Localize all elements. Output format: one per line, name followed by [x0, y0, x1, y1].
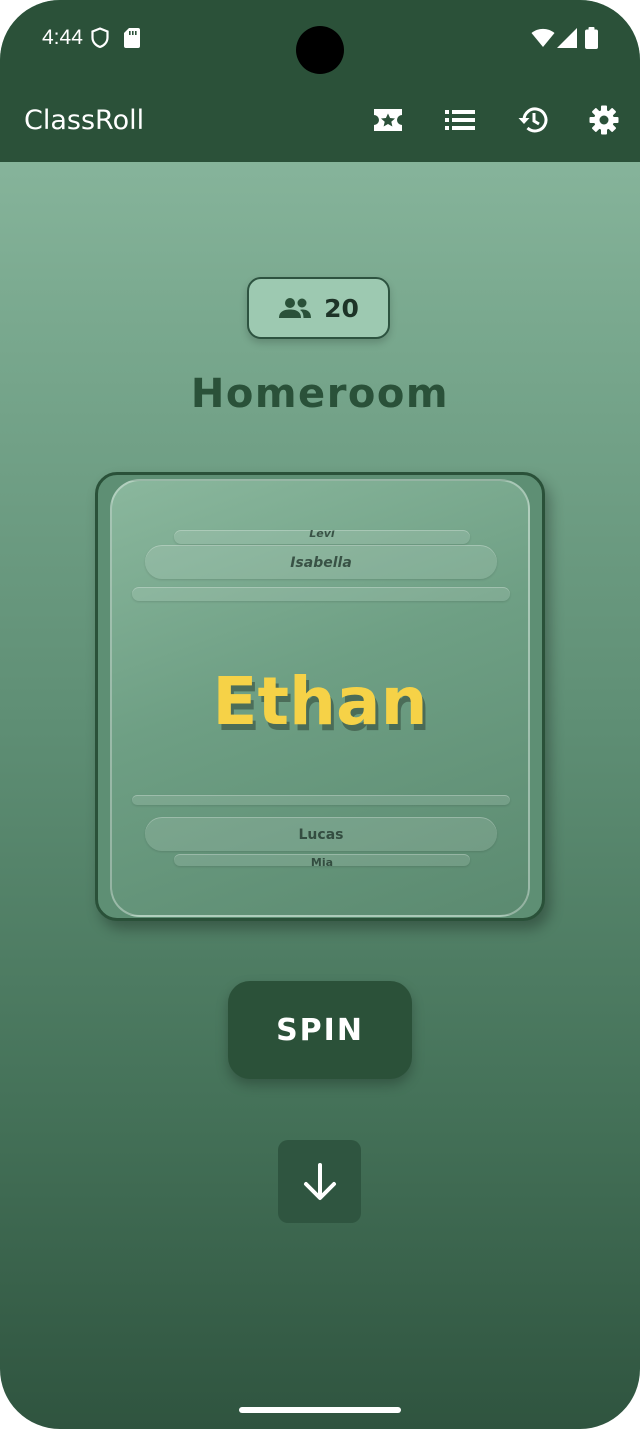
- wheel-item-edge: [132, 587, 510, 601]
- list-button[interactable]: [438, 98, 482, 142]
- wheel-item: Isabella: [145, 545, 497, 579]
- wheel-item-edge: [132, 795, 510, 805]
- history-button[interactable]: [510, 98, 554, 142]
- battery-icon: [585, 27, 598, 49]
- cell-signal-icon: [557, 28, 577, 48]
- app-header: 4:44 ClassRoll: [0, 0, 640, 162]
- scroll-down-button[interactable]: [278, 1140, 361, 1223]
- wheel-item: Levi: [174, 530, 470, 544]
- settings-gear-icon: [589, 105, 619, 135]
- student-count: 20: [324, 293, 359, 323]
- wifi-icon: [531, 28, 555, 47]
- tickets-star-icon: [374, 109, 402, 131]
- list-icon: [445, 110, 475, 130]
- history-icon: [518, 107, 548, 133]
- selected-student-name: Ethan: [212, 663, 428, 740]
- name-wheel[interactable]: Levi Isabella Ethan Lucas Mia: [110, 479, 530, 917]
- settings-button[interactable]: [582, 98, 626, 142]
- student-count-chip[interactable]: 20: [247, 277, 390, 339]
- shield-icon: [91, 27, 109, 49]
- status-time: 4:44: [42, 26, 83, 49]
- class-name: Homeroom: [190, 371, 450, 417]
- arrow-down-icon: [303, 1162, 336, 1200]
- app-title: ClassRoll: [24, 105, 145, 136]
- sd-card-icon: [124, 28, 140, 48]
- home-indicator[interactable]: [239, 1407, 401, 1413]
- people-icon: [279, 298, 312, 318]
- tickets-button[interactable]: [366, 98, 410, 142]
- spin-button[interactable]: SPIN: [228, 981, 412, 1079]
- wheel-item: Lucas: [145, 817, 497, 851]
- front-camera: [296, 26, 344, 74]
- phone-screen: 4:44 ClassRoll 20 Homeroom Levi Isabella…: [0, 0, 640, 1429]
- wheel-item: Mia: [174, 854, 470, 866]
